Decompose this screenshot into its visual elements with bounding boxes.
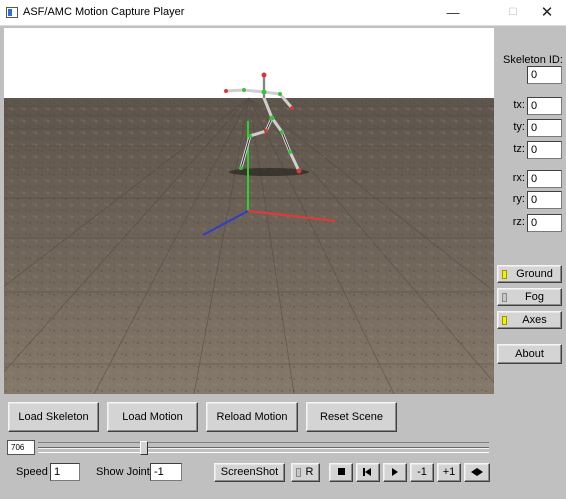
fog-led-icon (502, 293, 507, 302)
step-back-button[interactable]: -1 (410, 463, 434, 482)
step-forward-button[interactable]: +1 (437, 463, 461, 482)
show-joint-field[interactable]: -1 (150, 463, 182, 481)
rx-field[interactable]: 0 (527, 170, 562, 188)
load-skeleton-button[interactable]: Load Skeleton (8, 402, 99, 432)
screenshot-button[interactable]: ScreenShot (214, 463, 285, 482)
tz-label: tz: (513, 143, 525, 155)
ty-field[interactable]: 0 (527, 119, 562, 137)
speed-field[interactable]: 1 (50, 463, 80, 481)
repeat-button[interactable] (464, 463, 490, 482)
axes-toggle-label: Axes (522, 314, 547, 326)
ty-label: ty: (513, 121, 525, 133)
scene-canvas (4, 28, 494, 394)
fog-toggle[interactable]: Fog (497, 288, 562, 306)
reload-motion-button[interactable]: Reload Motion (206, 402, 298, 432)
axes-led-icon (502, 316, 507, 325)
repeat-icon (471, 468, 483, 476)
3d-viewport[interactable] (4, 28, 494, 394)
close-button[interactable]: ✕ (524, 0, 566, 26)
tx-field[interactable]: 0 (527, 97, 562, 115)
record-led-icon (296, 468, 301, 477)
stop-button[interactable] (329, 463, 353, 482)
ground-toggle[interactable]: Ground (497, 265, 562, 283)
rz-field[interactable]: 0 (527, 214, 562, 232)
tx-label: tx: (513, 99, 525, 111)
speed-label: Speed (16, 466, 48, 478)
sky (4, 28, 494, 98)
minimize-button[interactable]: — (430, 0, 476, 26)
axes-toggle[interactable]: Axes (497, 311, 562, 329)
rewind-icon (363, 468, 371, 476)
record-toggle[interactable]: R (291, 463, 320, 482)
rz-label: rz: (512, 216, 525, 228)
reset-scene-button[interactable]: Reset Scene (306, 402, 397, 432)
slider-thumb[interactable] (140, 441, 148, 455)
fog-toggle-label: Fog (525, 291, 544, 303)
ground-toggle-label: Ground (516, 268, 553, 280)
ry-label: ry: (512, 193, 525, 205)
window-title: ASF/AMC Motion Capture Player (23, 6, 185, 18)
slider-track[interactable] (38, 441, 489, 455)
about-button[interactable]: About (497, 344, 562, 364)
frame-slider[interactable]: 706 (7, 440, 489, 455)
play-button[interactable] (383, 463, 407, 482)
ground-led-icon (502, 270, 507, 279)
rewind-button[interactable] (356, 463, 380, 482)
load-motion-button[interactable]: Load Motion (107, 402, 198, 432)
ry-field[interactable]: 0 (527, 191, 562, 209)
rx-label: rx: (512, 172, 525, 184)
tz-field[interactable]: 0 (527, 141, 562, 159)
frame-number: 706 (7, 440, 35, 455)
title-bar: ASF/AMC Motion Capture Player — ☐ ✕ (0, 0, 566, 26)
stop-icon (337, 468, 345, 475)
app-icon (6, 7, 18, 18)
skeleton-id-field[interactable]: 0 (527, 66, 562, 84)
play-icon (392, 468, 398, 476)
show-joint-label: Show Joint (96, 466, 150, 478)
skeleton-id-label: Skeleton ID: (503, 54, 563, 66)
